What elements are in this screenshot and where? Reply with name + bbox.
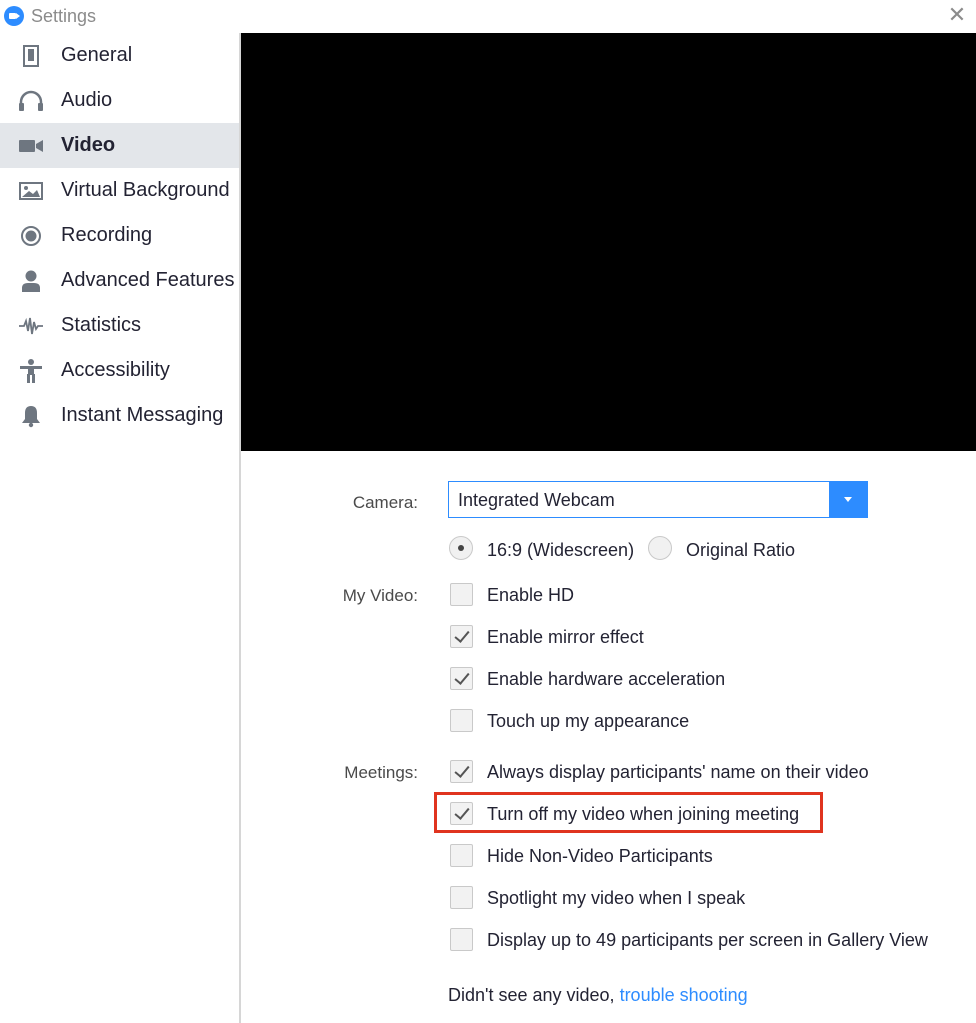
sidebar-item-recording[interactable]: Recording <box>0 213 239 258</box>
close-icon[interactable]: ✕ <box>946 4 968 26</box>
sidebar-item-accessibility[interactable]: Accessibility <box>0 348 239 393</box>
sidebar-item-label: Virtual Background <box>61 179 230 201</box>
waveform-icon <box>18 313 44 339</box>
sidebar-item-advanced-features[interactable]: Advanced Features <box>0 258 239 303</box>
bell-icon <box>18 403 44 429</box>
sidebar-item-label: Audio <box>61 89 113 111</box>
spotlight-label: Spotlight my video when I speak <box>487 888 746 908</box>
accessibility-icon <box>18 358 44 384</box>
display-names-checkbox[interactable] <box>450 760 473 783</box>
my-video-label: My Video: <box>342 586 418 605</box>
camera-select-value: Integrated Webcam <box>458 490 615 510</box>
widescreen-label: 16:9 (Widescreen) <box>487 540 635 560</box>
hide-non-video-checkbox[interactable] <box>450 844 473 867</box>
sidebar-item-label: General <box>61 44 133 66</box>
video-camera-icon <box>18 133 44 159</box>
turn-off-video-label: Turn off my video when joining meeting <box>487 804 800 824</box>
gallery-49-checkbox[interactable] <box>450 928 473 951</box>
camera-select[interactable]: Integrated Webcam <box>448 481 868 518</box>
touch-up-label: Touch up my appearance <box>487 711 690 731</box>
troubleshoot-text: Didn't see any video, trouble shooting <box>448 985 748 1006</box>
widescreen-radio[interactable] <box>449 536 473 560</box>
enable-hd-label: Enable HD <box>487 585 575 605</box>
image-icon <box>18 178 44 204</box>
sidebar-item-virtual-background[interactable]: Virtual Background <box>0 168 239 213</box>
troubleshoot-prefix: Didn't see any video, <box>448 985 615 1005</box>
sidebar-item-label: Advanced Features <box>61 269 235 291</box>
zoom-logo-icon <box>4 6 24 26</box>
window-title: Settings <box>31 6 97 26</box>
hardware-acceleration-label: Enable hardware acceleration <box>487 669 726 689</box>
meetings-label: Meetings: <box>344 763 418 782</box>
sidebar-item-statistics[interactable]: Statistics <box>0 303 239 348</box>
original-ratio-radio[interactable] <box>648 536 672 560</box>
sidebar-item-label: Accessibility <box>61 359 170 381</box>
camera-label: Camera: <box>352 493 418 512</box>
sidebar: General Audio Video Virtual Background R… <box>0 33 239 1023</box>
general-icon <box>18 43 44 69</box>
sidebar-item-label: Video <box>61 134 116 156</box>
sidebar-item-audio[interactable]: Audio <box>0 78 239 123</box>
mirror-effect-label: Enable mirror effect <box>487 627 644 647</box>
gallery-49-label: Display up to 49 participants per screen… <box>487 930 928 950</box>
sidebar-item-label: Statistics <box>61 314 142 336</box>
record-icon <box>18 223 44 249</box>
video-preview <box>241 33 976 451</box>
trouble-shooting-link[interactable]: trouble shooting <box>620 985 748 1005</box>
headphones-icon <box>18 88 44 114</box>
spotlight-checkbox[interactable] <box>450 886 473 909</box>
sidebar-item-label: Instant Messaging <box>61 404 224 426</box>
original-ratio-label: Original Ratio <box>686 540 796 560</box>
sidebar-item-general[interactable]: General <box>0 33 239 78</box>
sidebar-item-instant-messaging[interactable]: Instant Messaging <box>0 393 239 438</box>
enable-hd-checkbox[interactable] <box>450 583 473 606</box>
touch-up-checkbox[interactable] <box>450 709 473 732</box>
display-names-label: Always display participants' name on the… <box>487 762 869 782</box>
user-icon <box>18 268 44 294</box>
sidebar-item-label: Recording <box>61 224 153 246</box>
turn-off-video-checkbox[interactable] <box>450 802 473 825</box>
hardware-acceleration-checkbox[interactable] <box>450 667 473 690</box>
hide-non-video-label: Hide Non-Video Participants <box>487 846 713 866</box>
sidebar-item-video[interactable]: Video <box>0 123 239 168</box>
title-bar: Settings ✕ <box>0 0 976 33</box>
mirror-effect-checkbox[interactable] <box>450 625 473 648</box>
chevron-down-icon[interactable] <box>829 482 867 517</box>
